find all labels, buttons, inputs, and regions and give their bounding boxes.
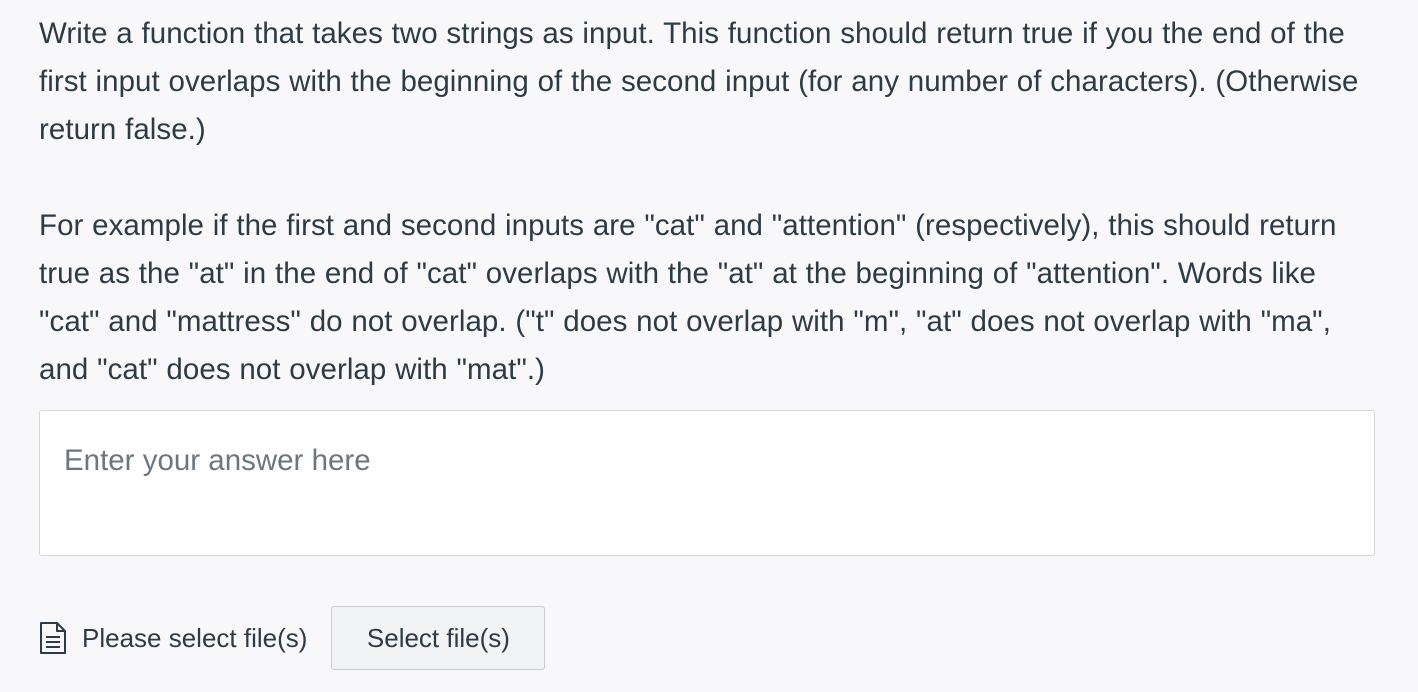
document-icon (39, 622, 67, 654)
question-paragraph-2: For example if the first and second inpu… (39, 209, 1337, 386)
question-text: Write a function that takes two strings … (39, 10, 1384, 394)
file-upload-row: Please select file(s) Select file(s) (39, 606, 546, 670)
file-select-label: Please select file(s) (82, 622, 308, 653)
question-paragraph-1: Write a function that takes two strings … (39, 17, 1359, 146)
select-files-button[interactable]: Select file(s) (331, 606, 546, 670)
answer-input[interactable] (39, 410, 1375, 556)
